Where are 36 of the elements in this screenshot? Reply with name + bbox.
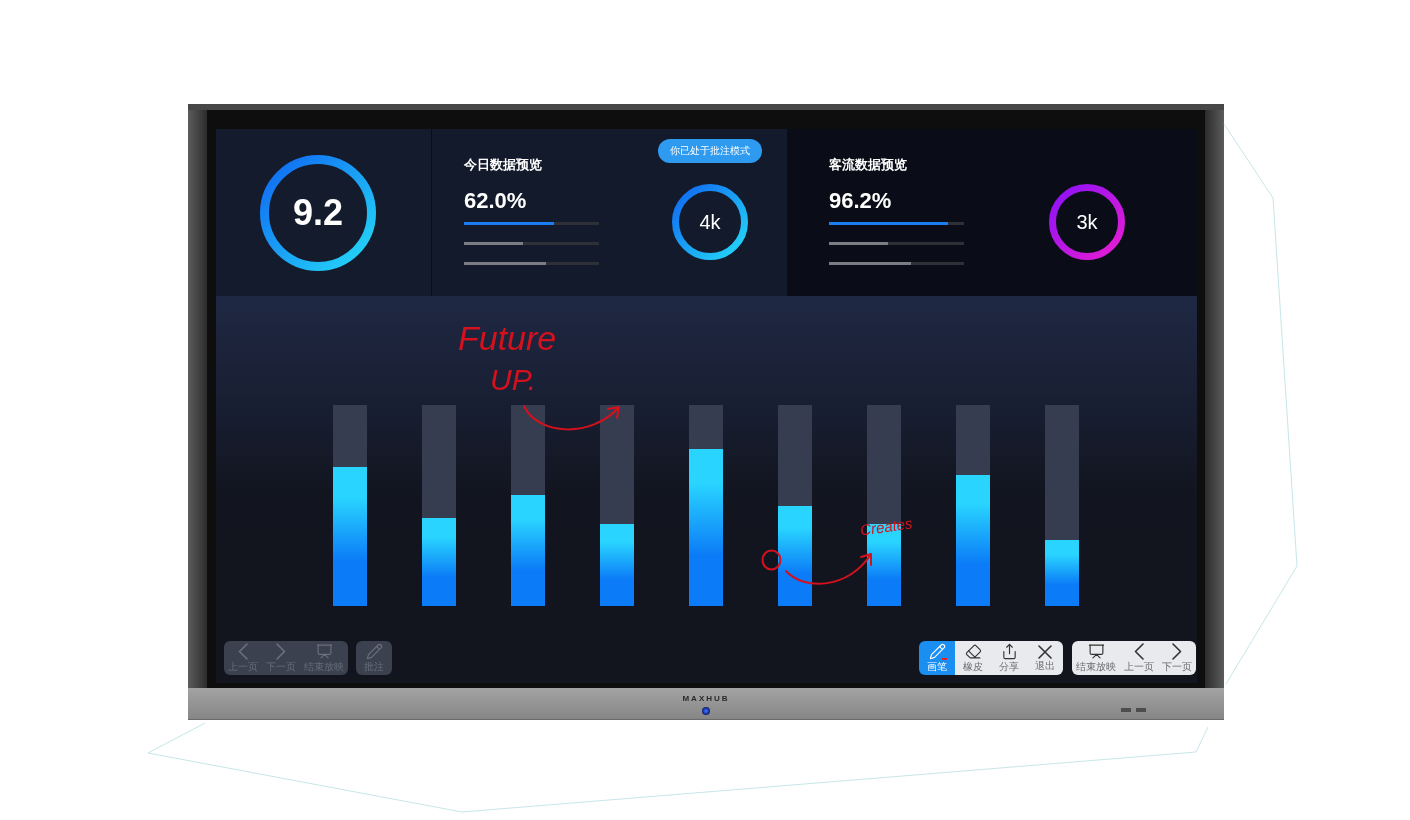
gauge-ring-icon [1049, 184, 1125, 260]
next-page-button[interactable]: 下一页 [1158, 641, 1196, 675]
chevron-right-icon [276, 643, 286, 660]
previous-page-button[interactable]: 上一页 [1120, 641, 1158, 675]
ring-value: 3k [1076, 210, 1098, 234]
eraser-icon [964, 643, 982, 660]
gauge-ring-icon [260, 154, 376, 271]
share-button[interactable]: 分享 [991, 641, 1027, 675]
percent-value: 62.0% [464, 188, 528, 214]
projector-screen-icon [315, 643, 333, 660]
ink-arrow-icon [784, 551, 874, 587]
percent-value: 96.2% [829, 188, 893, 214]
ink-circle-icon [761, 549, 782, 571]
ink-note: UP. [490, 362, 537, 398]
chevron-left-icon [1134, 643, 1144, 660]
close-icon [1038, 644, 1052, 659]
score-value: 9.2 [292, 191, 343, 234]
share-icon [1000, 643, 1018, 660]
ink-note: Future [458, 318, 557, 358]
pencil-icon [928, 643, 946, 660]
chevron-left-icon [238, 643, 248, 660]
pen-button[interactable]: 画笔 [919, 641, 955, 675]
pencil-icon [365, 643, 383, 660]
indicator-light-icon [702, 707, 710, 715]
annotation-mode-notice: 你已处于批注模式 [658, 139, 762, 163]
exit-button[interactable]: 退出 [1027, 641, 1063, 675]
eraser-button[interactable]: 橡皮 [955, 641, 991, 675]
ring-value: 4k [699, 210, 721, 234]
chevron-right-icon [1172, 643, 1182, 660]
projector-screen-icon [1087, 643, 1105, 660]
panel-title: 今日数据预览 [464, 156, 543, 174]
ink-note: Creates [859, 514, 914, 540]
panel-title: 客流数据预览 [829, 156, 908, 174]
gauge-ring-icon [672, 184, 748, 260]
end-show-button[interactable]: 结束放映 [1072, 641, 1120, 675]
brand-logo: MAXHUB [682, 694, 730, 703]
